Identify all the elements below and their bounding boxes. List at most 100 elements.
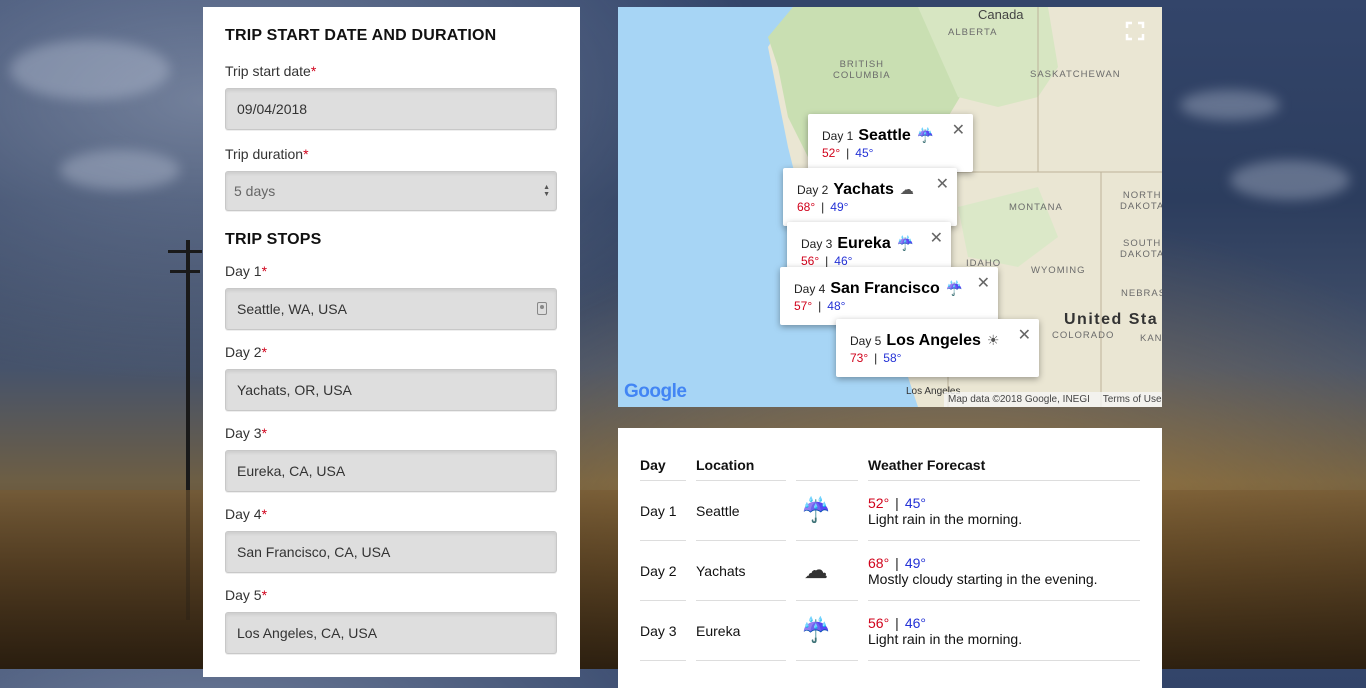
popup-separator: |	[874, 351, 878, 365]
forecast-table: Day Location Weather Forecast Day 1 Seat…	[640, 450, 1140, 661]
popup-separator: |	[825, 254, 829, 268]
stop-label: Day 2	[225, 344, 262, 360]
popup-close-icon[interactable]: ✕	[1018, 325, 1031, 345]
row-day: Day 2	[640, 541, 686, 601]
start-date-input[interactable]: 09/04/2018	[225, 88, 557, 130]
stop-value: Eureka, CA, USA	[237, 463, 346, 479]
header-location: Location	[696, 450, 786, 481]
stop-field-day-5: Day 5* Los Angeles, CA, USA	[225, 587, 558, 654]
popup-city: Los Angeles	[886, 332, 981, 349]
duration-select[interactable]: 5 days ▲ ▼	[225, 171, 557, 211]
popup-high-temp: 57°	[794, 299, 813, 313]
popup-close-icon[interactable]: ✕	[977, 273, 990, 293]
row-location: Seattle	[696, 481, 786, 541]
row-location: Eureka	[696, 601, 786, 661]
popup-day: Day 4	[794, 282, 826, 296]
popup-city: San Francisco	[830, 280, 940, 297]
rain-icon: ☔	[916, 127, 935, 143]
table-row: Day 3 Eureka ☔ 56° | 46° Light rain in the…	[640, 601, 1140, 661]
row-location: Yachats	[696, 541, 786, 601]
sun-icon: ☀	[986, 332, 1000, 348]
stop-input-day-1[interactable]: Seattle, WA, USA	[225, 288, 557, 330]
popup-high-temp: 68°	[797, 200, 816, 214]
start-date-value: 09/04/2018	[237, 101, 308, 117]
rain-icon: ☔	[945, 280, 964, 296]
stop-input-day-3[interactable]: Eureka, CA, USA	[225, 450, 557, 492]
trip-stops-section-title: TRIP STOPS	[225, 231, 322, 248]
map-label-nebraska: NEBRAS	[1121, 288, 1162, 299]
row-day: Day 3	[640, 601, 686, 661]
stop-value: San Francisco, CA, USA	[237, 544, 391, 560]
popup-day: Day 3	[801, 237, 833, 251]
popup-low-temp: 46°	[834, 254, 853, 268]
start-date-field: Trip start date* 09/04/2018	[225, 63, 558, 130]
map-attribution-bar: Map data ©2018 Google, INEGI Terms of Us…	[944, 392, 1162, 407]
row-high-temp: 52°	[868, 494, 890, 511]
map-label-colorado: COLORADO	[1052, 330, 1115, 341]
stop-input-day-5[interactable]: Los Angeles, CA, USA	[225, 612, 557, 654]
table-row: Day 2 Yachats ☁ 68° | 49° Mostly cloudy st…	[640, 541, 1140, 601]
stop-input-day-2[interactable]: Yachats, OR, USA	[225, 369, 557, 411]
required-mark: *	[261, 506, 268, 522]
fullscreen-icon	[1125, 21, 1145, 41]
map-attribution: Map data ©2018 Google, INEGI	[948, 394, 1090, 405]
map-popup-day-1[interactable]: Day 1 Seattle ☔ 52° | 45° ✕	[808, 114, 973, 172]
stop-field-day-1: Day 1* Seattle, WA, USA	[225, 263, 558, 330]
popup-day: Day 2	[797, 183, 829, 197]
stop-field-day-3: Day 3* Eureka, CA, USA	[225, 425, 558, 492]
rain-icon: ☔	[801, 497, 831, 524]
forecast-header-row: Day Location Weather Forecast	[640, 450, 1140, 481]
required-mark: *	[303, 146, 309, 162]
popup-close-icon[interactable]: ✕	[930, 228, 943, 248]
map-popup-day-5[interactable]: Day 5 Los Angeles ☀ 73° | 58° ✕	[836, 319, 1039, 377]
row-separator: |	[895, 494, 899, 511]
map-label-british-columbia: BRITISH COLUMBIA	[833, 59, 891, 81]
row-high-temp: 56°	[868, 614, 890, 631]
contact-card-icon[interactable]	[537, 302, 547, 315]
header-icon	[796, 450, 858, 481]
popup-high-temp: 56°	[801, 254, 820, 268]
popup-city: Eureka	[837, 235, 891, 252]
duration-field: Trip duration* 5 days ▲ ▼	[225, 146, 558, 211]
stop-value: Los Angeles, CA, USA	[237, 625, 378, 641]
row-day: Day 1	[640, 481, 686, 541]
row-high-temp: 68°	[868, 554, 890, 571]
map-label-saskatchewan: SASKATCHEWAN	[1030, 69, 1121, 80]
map-popup-day-2[interactable]: Day 2 Yachats ☁ 68° | 49° ✕	[783, 168, 957, 226]
rain-icon: ☔	[801, 617, 831, 644]
stop-field-day-4: Day 4* San Francisco, CA, USA	[225, 506, 558, 573]
popup-high-temp: 52°	[822, 146, 841, 160]
required-mark: *	[261, 425, 268, 441]
stop-input-day-4[interactable]: San Francisco, CA, USA	[225, 531, 557, 573]
terms-of-use-link[interactable]: Terms of Use	[1103, 394, 1162, 405]
stop-value: Yachats, OR, USA	[237, 382, 352, 398]
popup-city: Yachats	[833, 181, 894, 198]
rain-icon: ☔	[896, 235, 915, 251]
fullscreen-button[interactable]	[1121, 17, 1149, 45]
popup-separator: |	[846, 146, 850, 160]
google-logo: Google	[624, 381, 687, 402]
popup-close-icon[interactable]: ✕	[952, 120, 965, 140]
duration-value: 5 days	[234, 183, 276, 199]
start-date-label: Trip start date	[225, 63, 311, 79]
trip-start-section-title: TRIP START DATE AND DURATION	[225, 27, 497, 44]
trip-map[interactable]: Canada ALBERTA BRITISH COLUMBIA SASKATCH…	[618, 7, 1162, 407]
header-weather-forecast: Weather Forecast	[868, 450, 1140, 481]
stop-label: Day 1	[225, 263, 262, 279]
map-label-canada: Canada	[978, 7, 1024, 22]
popup-day: Day 5	[850, 334, 882, 348]
stop-label: Day 3	[225, 425, 262, 441]
row-separator: |	[895, 554, 899, 571]
popup-day: Day 1	[822, 129, 854, 143]
row-summary: Light rain in the morning.	[868, 510, 1023, 527]
required-mark: *	[261, 344, 268, 360]
popup-city: Seattle	[858, 127, 911, 144]
row-low-temp: 45°	[904, 494, 926, 511]
table-row: Day 1 Seattle ☔ 52° | 45° Light rain in th…	[640, 481, 1140, 541]
popup-low-temp: 49°	[830, 200, 849, 214]
trip-form-panel: TRIP START DATE AND DURATION Trip start …	[203, 7, 580, 677]
map-popup-day-4[interactable]: Day 4 San Francisco ☔ 57° | 48° ✕	[780, 267, 998, 325]
select-arrows-icon: ▲ ▼	[543, 184, 550, 198]
forecast-panel: Day Location Weather Forecast Day 1 Seat…	[618, 428, 1162, 688]
popup-close-icon[interactable]: ✕	[936, 174, 949, 194]
